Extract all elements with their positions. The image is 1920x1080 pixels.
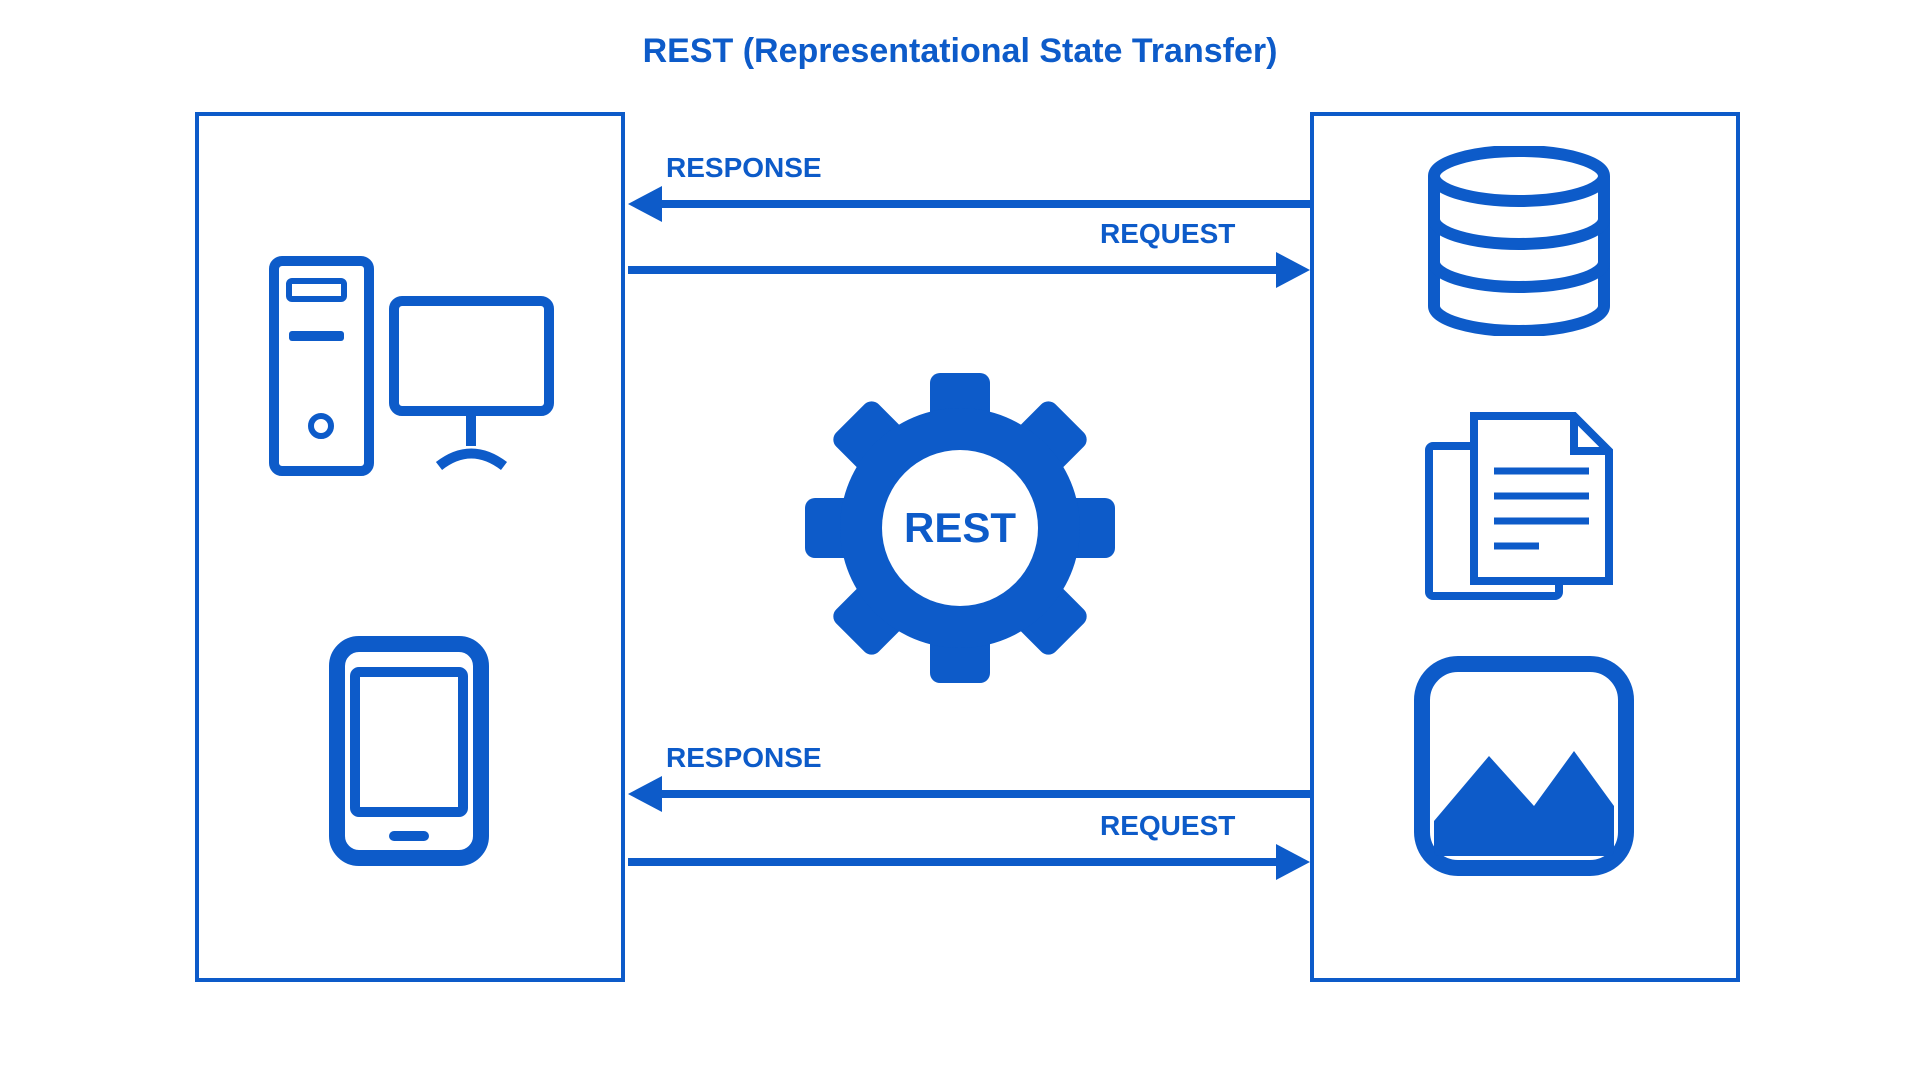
- smartphone-icon: [329, 636, 489, 866]
- arrow-head-top-response: [628, 186, 662, 222]
- rest-gear-icon: REST: [800, 368, 1120, 688]
- database-icon: [1419, 146, 1619, 336]
- arrow-head-bottom-response: [628, 776, 662, 812]
- arrow-label-bottom-response: RESPONSE: [666, 742, 822, 774]
- gear-label: REST: [904, 504, 1016, 552]
- arrow-label-bottom-request: REQUEST: [1100, 810, 1235, 842]
- document-icon: [1419, 406, 1619, 606]
- arrow-top-response: [660, 200, 1310, 208]
- image-icon: [1414, 656, 1634, 876]
- arrow-head-top-request: [1276, 252, 1310, 288]
- server-box: [1310, 112, 1740, 982]
- arrow-label-top-request: REQUEST: [1100, 218, 1235, 250]
- arrow-label-top-response: RESPONSE: [666, 152, 822, 184]
- diagram-title: REST (Representational State Transfer): [643, 32, 1278, 71]
- client-box: [195, 112, 625, 982]
- desktop-computer-icon: [269, 256, 559, 476]
- arrow-top-request: [628, 266, 1278, 274]
- arrow-bottom-response: [660, 790, 1310, 798]
- arrow-bottom-request: [628, 858, 1278, 866]
- arrow-head-bottom-request: [1276, 844, 1310, 880]
